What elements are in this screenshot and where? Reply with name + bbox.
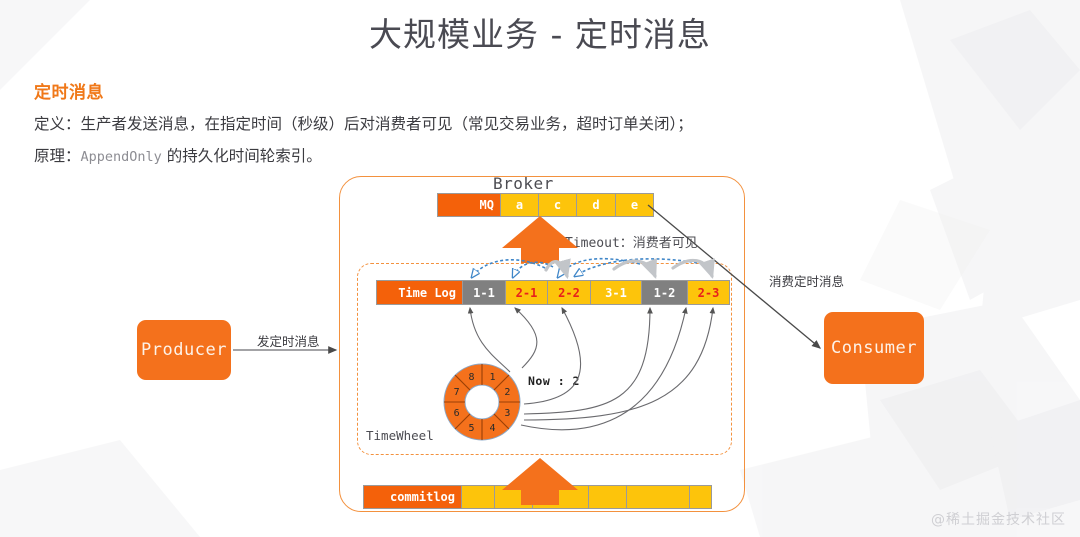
bar-cell — [626, 486, 689, 508]
principle-suffix: 的持久化时间轮索引。 — [161, 147, 322, 165]
bar-cell — [494, 486, 532, 508]
bar-head-label: Time Log — [377, 281, 462, 304]
time-log-bar: Time Log 1-1 2-1 2-2 3-1 1-2 2-3 — [376, 280, 730, 305]
consumer-node[interactable]: Consumer — [824, 312, 924, 384]
bar-cell: 3-1 — [590, 281, 641, 304]
timeout-label: Timeout：消费者可见 — [565, 236, 698, 251]
principle-code: AppendOnly — [80, 149, 162, 165]
bar-cell: 2-3 — [687, 281, 729, 304]
principle-prefix: 原理： — [34, 147, 81, 165]
producer-node[interactable]: Producer — [137, 320, 231, 380]
bar-cell: c — [538, 194, 576, 216]
bar-cell — [689, 486, 711, 508]
bar-cell: 1-2 — [641, 281, 687, 304]
edge-label-send: 发定时消息 — [257, 334, 320, 349]
bar-cell: e — [615, 194, 653, 216]
mq-queue-bar: MQ a c d e — [437, 193, 654, 217]
bar-head-label: MQ — [438, 194, 500, 216]
bar-cell: a — [500, 194, 538, 216]
bar-cell: 2-2 — [547, 281, 590, 304]
now-label: Now : 2 — [528, 374, 580, 388]
bar-head-label: commitlog — [364, 486, 461, 508]
edge-label-consume: 消费定时消息 — [769, 274, 845, 289]
bar-cell: 2-1 — [505, 281, 547, 304]
bar-cell: d — [576, 194, 615, 216]
page-title: 大规模业务 - 定时消息 — [369, 15, 711, 54]
bar-cell — [532, 486, 588, 508]
bar-cell — [588, 486, 626, 508]
watermark: @稀土掘金技术社区 — [931, 512, 1066, 528]
principle-line: 原理：AppendOnly 的持久化时间轮索引。 — [34, 144, 322, 166]
bar-cell — [461, 486, 494, 508]
timewheel-label: TimeWheel — [366, 428, 434, 443]
commitlog-bar: commitlog — [363, 485, 712, 509]
bar-cell: 1-1 — [462, 281, 505, 304]
definition-line: 定义：生产者发送消息，在指定时间（秒级）后对消费者可见（常见交易业务，超时订单关… — [34, 115, 693, 133]
broker-label: Broker — [493, 174, 554, 193]
slide-canvas: 大规模业务 - 定时消息 定时消息 定义：生产者发送消息，在指定时间（秒级）后对… — [0, 0, 1080, 537]
section-heading: 定时消息 — [34, 83, 104, 103]
